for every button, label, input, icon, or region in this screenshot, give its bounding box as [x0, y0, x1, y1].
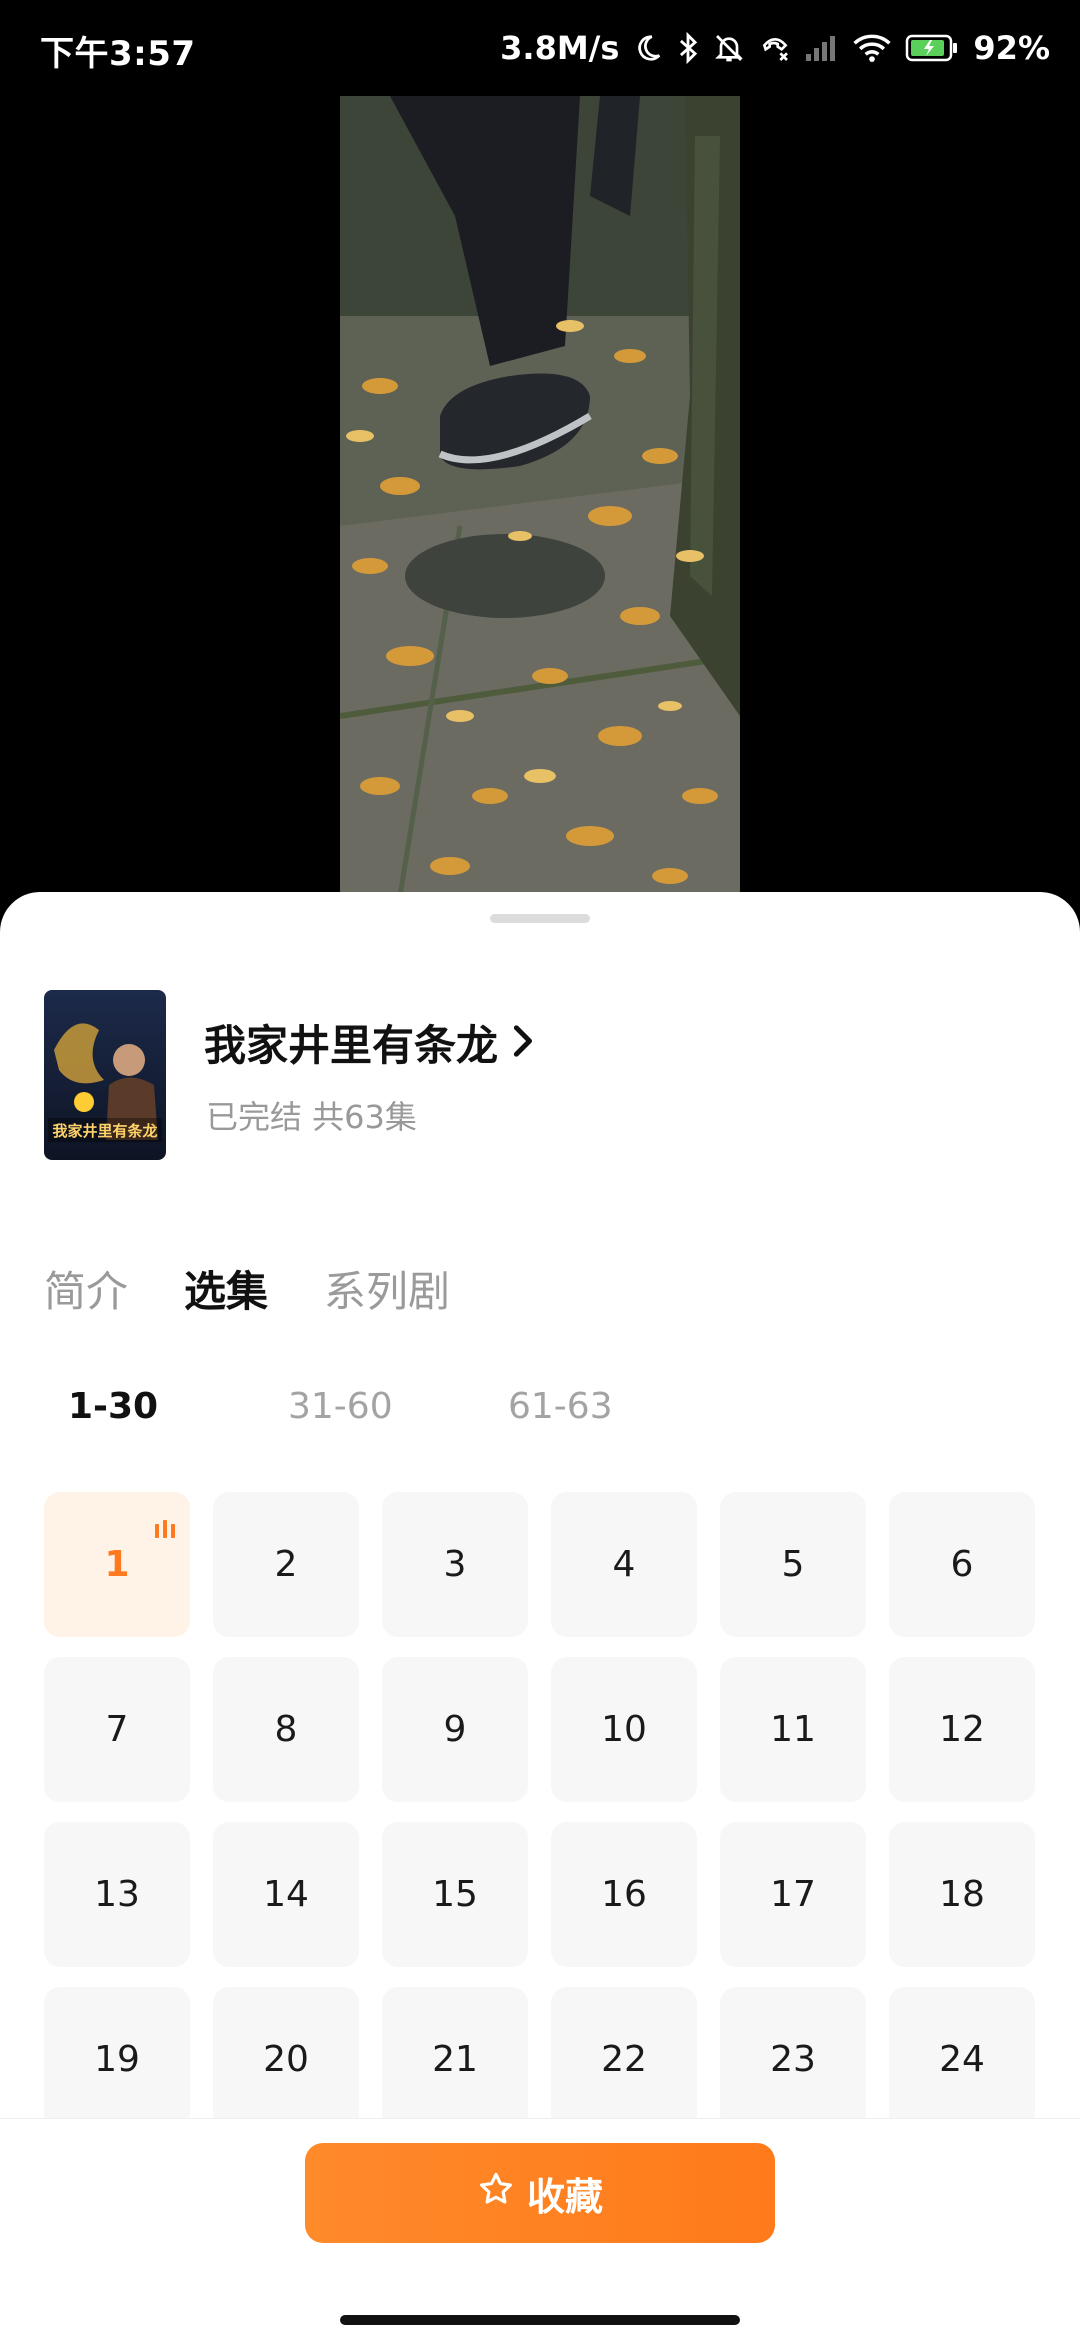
episode-tile[interactable]: 4: [551, 1492, 697, 1637]
episode-tile[interactable]: 3: [382, 1492, 528, 1637]
episode-number: 14: [263, 1874, 309, 1915]
svg-text:我家井里有条龙: 我家井里有条龙: [52, 1122, 157, 1140]
episode-tile[interactable]: 10: [551, 1657, 697, 1802]
episode-number: 6: [950, 1544, 974, 1585]
episode-tile[interactable]: 8: [213, 1657, 359, 1802]
episode-tile[interactable]: 21: [382, 1987, 528, 2132]
range-61-63[interactable]: 61-63: [508, 1386, 728, 1427]
wifi-icon: [853, 33, 892, 63]
chevron-right-icon: [510, 1024, 534, 1062]
episode-number: 15: [432, 1874, 478, 1915]
episode-number: 2: [274, 1544, 298, 1585]
episode-number: 19: [94, 2039, 140, 2080]
episode-tile[interactable]: 12: [889, 1657, 1035, 1802]
status-time: 下午3:57: [40, 34, 196, 74]
episode-tile[interactable]: 23: [720, 1987, 866, 2132]
episode-number: 24: [939, 2039, 985, 2080]
episode-tile[interactable]: 11: [720, 1657, 866, 1802]
bluetooth-icon: [677, 31, 699, 65]
episode-tile[interactable]: 5: [720, 1492, 866, 1637]
episode-tile[interactable]: 15: [382, 1822, 528, 1967]
episode-number: 16: [601, 1874, 647, 1915]
star-icon: [477, 2170, 515, 2217]
status-icons: 3.8M/s 92%: [500, 24, 1050, 72]
episode-number: 23: [770, 2039, 816, 2080]
episode-tile[interactable]: 14: [213, 1822, 359, 1967]
home-indicator[interactable]: [340, 2315, 740, 2325]
episode-tile[interactable]: 20: [213, 1987, 359, 2132]
episode-number: 13: [94, 1874, 140, 1915]
episode-tile[interactable]: 7: [44, 1657, 190, 1802]
now-playing-icon: [154, 1506, 176, 1547]
favorite-button[interactable]: 收藏: [305, 2143, 775, 2243]
episode-number: 8: [274, 1709, 298, 1750]
range-1-30[interactable]: 1-30: [68, 1386, 288, 1427]
bell-off-icon: [713, 32, 745, 64]
episode-tile[interactable]: 6: [889, 1492, 1035, 1637]
drama-title-link[interactable]: 我家井里有条龙: [204, 1012, 534, 1073]
video-player[interactable]: [0, 96, 1080, 896]
episode-number: 9: [443, 1709, 467, 1750]
battery-percent: 92%: [973, 29, 1050, 67]
battery-icon: [905, 33, 959, 63]
drag-handle[interactable]: [490, 914, 590, 923]
episode-number: 17: [770, 1874, 816, 1915]
video-still-image: [340, 96, 740, 896]
episode-tile[interactable]: 19: [44, 1987, 190, 2132]
tab-series[interactable]: 系列剧: [324, 1258, 450, 1319]
episode-tile[interactable]: 17: [720, 1822, 866, 1967]
bottom-action-bar: 收藏: [0, 2118, 1080, 2340]
episode-number: 5: [781, 1544, 805, 1585]
signal-icon: [805, 34, 839, 62]
episode-number: 3: [443, 1544, 467, 1585]
tab-intro[interactable]: 简介: [44, 1258, 128, 1319]
status-bar: 下午3:57 3.8M/s 92%: [0, 0, 1080, 96]
episode-number: 22: [601, 2039, 647, 2080]
episode-number: 18: [939, 1874, 985, 1915]
episode-tile[interactable]: 9: [382, 1657, 528, 1802]
episode-number: 20: [263, 2039, 309, 2080]
episode-number: 10: [601, 1709, 647, 1750]
drama-meta: 已完结 共63集: [206, 1098, 417, 1136]
range-31-60[interactable]: 31-60: [288, 1386, 508, 1427]
episode-tile[interactable]: 16: [551, 1822, 697, 1967]
favorite-label: 收藏: [526, 2174, 603, 2219]
episode-tile[interactable]: 24: [889, 1987, 1035, 2132]
episode-number: 12: [939, 1709, 985, 1750]
episode-tile[interactable]: 13: [44, 1822, 190, 1967]
episode-tile[interactable]: 2: [213, 1492, 359, 1637]
episode-tile[interactable]: 22: [551, 1987, 697, 2132]
drama-cover-image[interactable]: 我家井里有条龙: [44, 990, 166, 1160]
episode-number: 7: [105, 1709, 129, 1750]
episode-tile[interactable]: 18: [889, 1822, 1035, 1967]
episode-tile[interactable]: 1: [44, 1492, 190, 1637]
episode-grid: 1 2 3 4 5 6 7 8 9 10 11 12 13 14 15 16 1…: [44, 1492, 1038, 2132]
episode-range-selector: 1-30 31-60 61-63: [68, 1386, 728, 1427]
episode-number: 4: [612, 1544, 636, 1585]
episode-number: 1: [104, 1544, 130, 1585]
tab-bar: 简介 选集 系列剧: [44, 1258, 450, 1319]
network-speed: 3.8M/s: [500, 29, 620, 67]
call-off-icon: [759, 32, 791, 64]
moon-icon: [633, 33, 663, 63]
video-frame[interactable]: [340, 96, 740, 896]
episode-number: 21: [432, 2039, 478, 2080]
episode-number: 11: [770, 1709, 816, 1750]
drama-title: 我家井里有条龙: [204, 1021, 499, 1070]
tab-episodes[interactable]: 选集: [184, 1258, 268, 1319]
